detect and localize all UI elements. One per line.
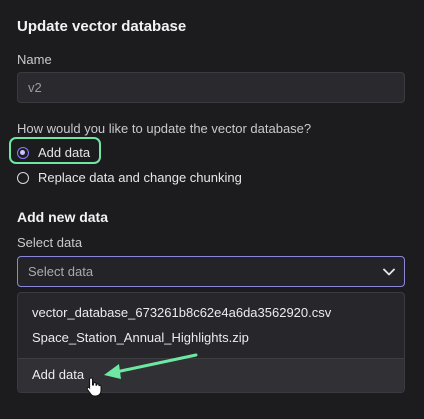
pointer-cursor-icon bbox=[86, 377, 102, 397]
annotation-arrow-icon bbox=[104, 353, 198, 379]
